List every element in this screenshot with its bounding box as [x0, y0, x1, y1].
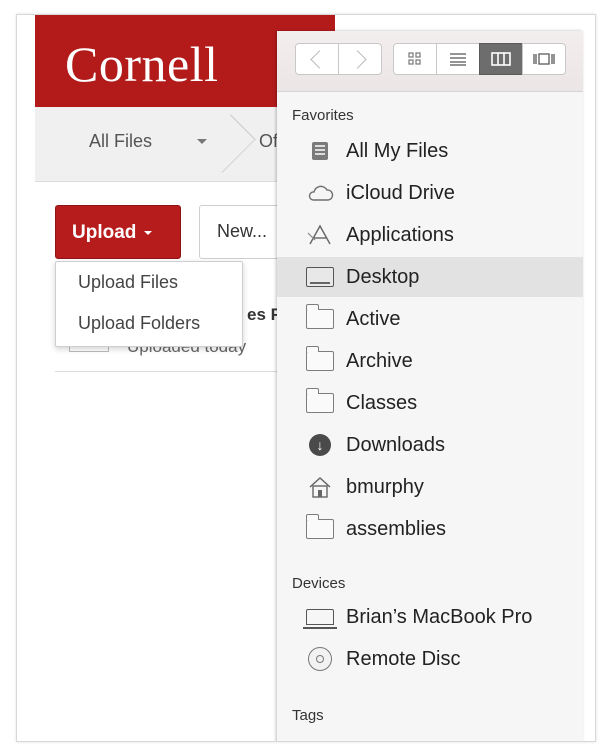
folder-icon — [305, 346, 335, 373]
menu-item-upload-files[interactable]: Upload Files — [78, 272, 178, 293]
back-chevron-icon — [310, 49, 329, 69]
sidebar-item-classes[interactable]: Classes — [277, 383, 583, 423]
sidebar-item-label: Archive — [346, 350, 413, 372]
finder-toolbar — [277, 31, 583, 92]
sidebar-item-desktop[interactable]: Desktop — [277, 257, 583, 297]
upload-button-label: Upload — [72, 222, 137, 243]
new-button-label: New... — [217, 221, 268, 241]
sidebar-item-label: All My Files — [346, 140, 449, 162]
menu-item-upload-folders[interactable]: Upload Folders — [78, 313, 200, 334]
sidebar-item-bmurphy[interactable]: bmurphy — [277, 467, 583, 507]
sidebar-item-remote-disc[interactable]: Remote Disc — [277, 639, 583, 679]
sidebar-item-label: Applications — [346, 224, 454, 246]
home-icon — [305, 475, 335, 499]
column-view-icon — [491, 52, 511, 66]
upload-dropdown-menu: Upload Files Upload Folders — [55, 261, 243, 347]
breadcrumb-separator — [215, 107, 245, 181]
sidebar-item-label: Classes — [346, 392, 418, 414]
devices-heading: Devices — [292, 575, 346, 592]
coverflow-view-button[interactable] — [522, 43, 566, 75]
tags-heading: Tags — [292, 707, 324, 724]
forward-button[interactable] — [338, 43, 382, 75]
sidebar-item-all-my-files[interactable]: All My Files — [277, 131, 583, 171]
icon-view-button[interactable] — [393, 43, 437, 75]
back-button[interactable] — [295, 43, 339, 75]
sidebar-item-label: bmurphy — [346, 476, 424, 498]
file-title[interactable]: es F — [247, 305, 281, 325]
finder-sidebar-panel: Favorites All My Files iCloud Drive Appl… — [277, 31, 583, 741]
folder-icon — [305, 514, 335, 541]
sidebar-item-macbook-pro[interactable]: Brian’s MacBook Pro — [277, 597, 583, 637]
coverflow-view-icon — [533, 53, 555, 65]
list-view-button[interactable] — [436, 43, 480, 75]
sidebar-item-active[interactable]: Active — [277, 299, 583, 339]
forward-chevron-icon — [348, 49, 367, 69]
list-view-icon — [450, 53, 466, 66]
sidebar-item-icloud-drive[interactable]: iCloud Drive — [277, 173, 583, 213]
cornell-logo[interactable]: Cornell — [65, 35, 218, 93]
favorites-heading: Favorites — [292, 107, 354, 124]
row-divider — [55, 371, 295, 372]
sidebar-item-label: Brian’s MacBook Pro — [346, 606, 533, 628]
folder-icon — [305, 304, 335, 331]
column-view-button[interactable] — [479, 43, 523, 75]
applications-icon — [305, 223, 335, 247]
laptop-icon — [303, 605, 337, 629]
sidebar-item-archive[interactable]: Archive — [277, 341, 583, 381]
sidebar-item-label: Active — [346, 308, 401, 330]
sidebar-item-label: Remote Disc — [346, 648, 461, 670]
sidebar-item-applications[interactable]: Applications — [277, 215, 583, 255]
sidebar-item-label: Desktop — [346, 266, 420, 288]
chevron-down-icon — [144, 230, 153, 235]
sidebar-item-label: Downloads — [346, 434, 445, 456]
sidebar-item-assemblies[interactable]: assemblies — [277, 509, 583, 549]
disc-icon — [305, 647, 335, 671]
download-icon: ↓ — [305, 433, 335, 457]
folder-icon — [305, 388, 335, 415]
desktop-icon — [305, 265, 335, 289]
icon-view-icon — [408, 52, 421, 65]
sidebar-item-label: assemblies — [346, 518, 447, 540]
breadcrumb-all-files[interactable]: All Files — [89, 131, 152, 152]
screenshot-frame: Cornell All Files Offi Upload New... es … — [16, 14, 596, 742]
sidebar-item-label: iCloud Drive — [346, 182, 455, 204]
all-my-files-icon — [305, 139, 335, 163]
cloud-icon — [305, 181, 335, 205]
sidebar-item-downloads[interactable]: ↓ Downloads — [277, 425, 583, 465]
upload-button[interactable]: Upload — [55, 205, 181, 259]
